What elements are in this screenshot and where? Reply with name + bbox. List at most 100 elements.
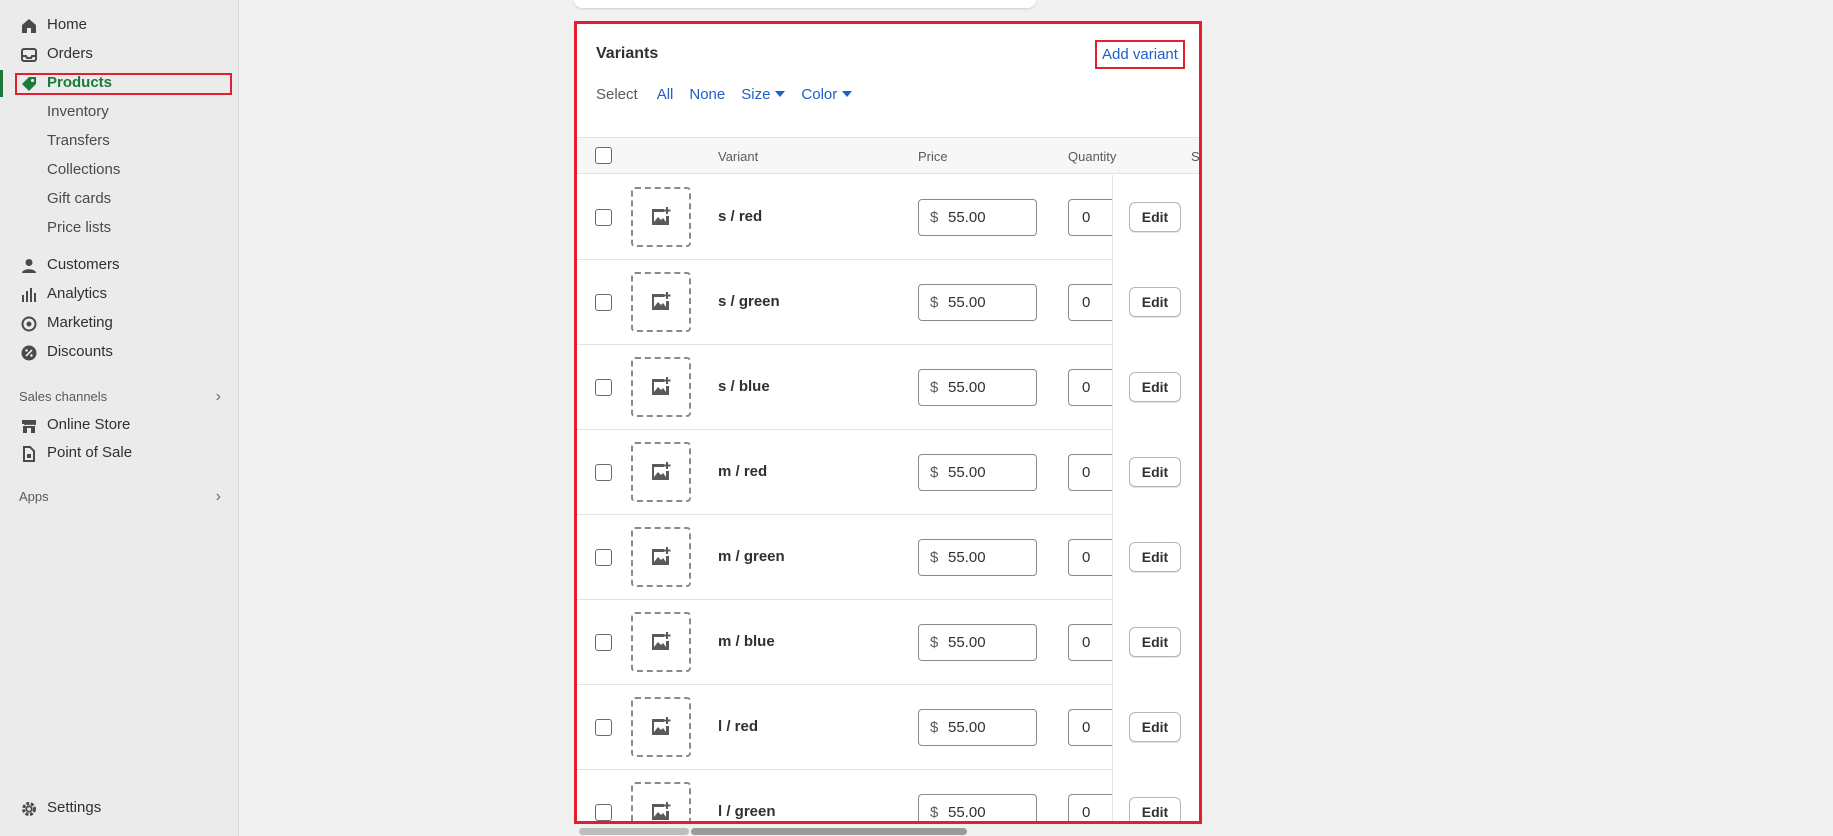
table-row: s / blue $55.00 0 Edit	[575, 345, 1200, 430]
quantity-value: 0	[1082, 294, 1091, 311]
table-row: m / red $55.00 0 Edit	[575, 430, 1200, 515]
quantity-input[interactable]: 0	[1068, 454, 1118, 491]
add-image-button[interactable]	[631, 612, 691, 672]
sidebar-item-transfers[interactable]: Transfers	[0, 128, 239, 154]
price-input[interactable]: $55.00	[918, 709, 1037, 746]
select-label: Select	[596, 86, 638, 103]
sidebar-item-label: Orders	[47, 45, 93, 62]
add-image-icon	[652, 802, 671, 820]
sidebar-item-home[interactable]: Home	[0, 12, 239, 38]
edit-button[interactable]: Edit	[1129, 797, 1181, 822]
variant-name: s / blue	[718, 378, 770, 395]
select-all-checkbox[interactable]	[595, 147, 612, 164]
discount-icon	[21, 345, 37, 361]
variants-table-header: Variant Price Quantity S	[575, 137, 1200, 174]
quantity-input[interactable]: 0	[1068, 709, 1118, 746]
sidebar-item-settings[interactable]: Settings	[0, 795, 239, 821]
sidebar-item-label: Transfers	[47, 132, 110, 149]
quantity-value: 0	[1082, 379, 1091, 396]
price-input[interactable]: $55.00	[918, 284, 1037, 321]
previous-card-edge	[574, 0, 1036, 8]
quantity-input[interactable]: 0	[1068, 624, 1118, 661]
add-image-button[interactable]	[631, 357, 691, 417]
quantity-input[interactable]: 0	[1068, 794, 1118, 822]
color-filter-dropdown[interactable]: Color	[801, 86, 853, 103]
scrollbar-thumb[interactable]	[691, 828, 967, 835]
add-image-icon	[652, 717, 671, 735]
quantity-input[interactable]: 0	[1068, 199, 1118, 236]
add-image-button[interactable]	[631, 272, 691, 332]
quantity-input[interactable]: 0	[1068, 539, 1118, 576]
row-checkbox[interactable]	[595, 549, 612, 566]
sidebar-item-analytics[interactable]: Analytics	[0, 281, 239, 307]
row-actions: Edit	[1112, 600, 1200, 685]
edit-button[interactable]: Edit	[1129, 287, 1181, 317]
price-input[interactable]: $55.00	[918, 539, 1037, 576]
row-checkbox[interactable]	[595, 294, 612, 311]
sidebar-item-collections[interactable]: Collections	[0, 157, 239, 183]
row-checkbox[interactable]	[595, 379, 612, 396]
select-none-link[interactable]: None	[689, 86, 725, 103]
edit-button[interactable]: Edit	[1129, 372, 1181, 402]
row-checkbox[interactable]	[595, 464, 612, 481]
row-actions: Edit	[1112, 770, 1200, 822]
sales-channels-header[interactable]: Sales channels ›	[19, 388, 221, 405]
currency-symbol: $	[930, 634, 939, 651]
variant-name: s / green	[718, 293, 780, 310]
target-icon	[21, 316, 37, 332]
row-checkbox[interactable]	[595, 634, 612, 651]
price-input[interactable]: $55.00	[918, 199, 1037, 236]
quantity-value: 0	[1082, 719, 1091, 736]
sidebar-item-customers[interactable]: Customers	[0, 252, 239, 278]
edit-button[interactable]: Edit	[1129, 627, 1181, 657]
sidebar-item-label: Home	[47, 16, 88, 33]
add-variant-button[interactable]: Add variant	[1095, 40, 1185, 69]
sidebar-item-discounts[interactable]: Discounts	[0, 339, 239, 365]
price-input[interactable]: $55.00	[918, 794, 1037, 822]
scrollbar-segment[interactable]	[579, 828, 689, 835]
sidebar-item-label: Discounts	[47, 343, 113, 360]
row-actions: Edit	[1112, 345, 1200, 430]
quantity-input[interactable]: 0	[1068, 284, 1118, 321]
size-filter-dropdown[interactable]: Size	[741, 86, 786, 103]
table-row: l / green $55.00 0 Edit	[575, 770, 1200, 822]
currency-symbol: $	[930, 549, 939, 566]
row-checkbox[interactable]	[595, 209, 612, 226]
section-label: Apps	[19, 489, 49, 504]
add-image-button[interactable]	[631, 187, 691, 247]
sidebar-item-point-of-sale[interactable]: Point of Sale	[0, 440, 239, 466]
price-value: 55.00	[948, 209, 986, 226]
price-input[interactable]: $55.00	[918, 369, 1037, 406]
quantity-value: 0	[1082, 209, 1091, 226]
add-image-button[interactable]	[631, 782, 691, 822]
sidebar-item-orders[interactable]: Orders	[0, 41, 239, 67]
table-row: l / red $55.00 0 Edit	[575, 685, 1200, 770]
size-filter-label: Size	[741, 86, 771, 103]
edit-button[interactable]: Edit	[1129, 542, 1181, 572]
sidebar-item-marketing[interactable]: Marketing	[0, 310, 239, 336]
horizontal-scrollbar[interactable]	[579, 828, 1199, 835]
quantity-value: 0	[1082, 634, 1091, 651]
sidebar-item-gift-cards[interactable]: Gift cards	[0, 186, 239, 212]
sidebar-item-price-lists[interactable]: Price lists	[0, 215, 239, 241]
variants-card: Variants Add variant Select All None Siz…	[575, 22, 1200, 822]
add-image-icon	[652, 547, 671, 565]
quantity-input[interactable]: 0	[1068, 369, 1118, 406]
currency-symbol: $	[930, 464, 939, 481]
row-checkbox[interactable]	[595, 719, 612, 736]
sidebar-item-online-store[interactable]: Online Store	[0, 412, 239, 438]
edit-button[interactable]: Edit	[1129, 712, 1181, 742]
sidebar-item-inventory[interactable]: Inventory	[0, 99, 239, 125]
select-all-link[interactable]: All	[657, 86, 674, 103]
price-value: 55.00	[948, 464, 986, 481]
variant-name: l / green	[718, 803, 776, 820]
add-image-button[interactable]	[631, 442, 691, 502]
add-image-button[interactable]	[631, 527, 691, 587]
row-checkbox[interactable]	[595, 804, 612, 821]
price-input[interactable]: $55.00	[918, 624, 1037, 661]
add-image-button[interactable]	[631, 697, 691, 757]
apps-header[interactable]: Apps ›	[19, 488, 221, 505]
edit-button[interactable]: Edit	[1129, 202, 1181, 232]
price-input[interactable]: $55.00	[918, 454, 1037, 491]
edit-button[interactable]: Edit	[1129, 457, 1181, 487]
